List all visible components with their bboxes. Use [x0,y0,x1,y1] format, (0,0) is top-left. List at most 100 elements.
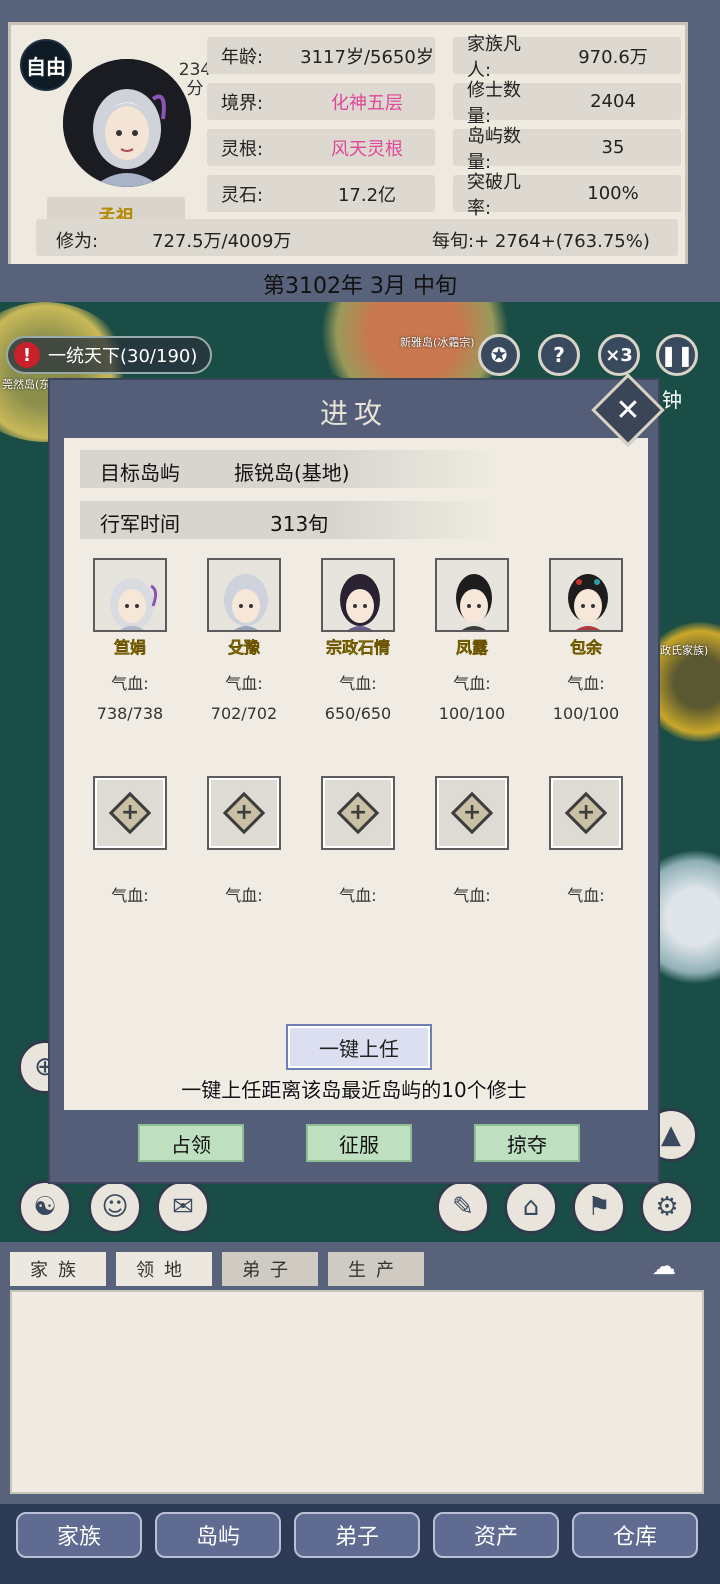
speed-button[interactable]: ×3 [598,334,640,376]
stat-label: 岛屿数量: [467,125,521,173]
hero-card[interactable]: 殳豫 气血: 702/702 [194,558,294,723]
settings-button[interactable]: ⚙ [640,1180,694,1234]
march-time-label: 行军时间 [100,512,180,536]
empty-hero-slot[interactable]: + [321,776,395,850]
bottom-nav: 家族 岛屿 弟子 资产 仓库 [0,1504,720,1584]
stat-breakthrough: 突破几率: 100% [453,172,681,219]
speed-label: ×3 [605,344,633,366]
stat-label: 年龄: [221,46,264,68]
meditation-icon: ☯ [33,1192,57,1222]
status-panel: 自由 234 分 孟祖 年龄: 3117岁/5650岁 家族凡人: 970.6万… [0,0,720,304]
hero-name: 宗政石情 [325,638,390,657]
add-icon: + [564,791,608,835]
hero-hp-label: 气血: [453,674,491,693]
nav-warehouse[interactable]: 仓库 [572,1512,698,1558]
flag-button[interactable]: ⚑ [572,1180,626,1234]
tab-production[interactable]: 生产 [328,1252,424,1286]
stat-value: 35 [601,137,625,158]
talisman-icon: ✎ [452,1192,474,1222]
target-island-label: 目标岛屿 [100,461,180,485]
close-icon: ✕ [615,392,641,428]
stat-value: 100% [587,183,639,204]
hero-portrait [321,558,395,632]
cultivation-value: 727.5万/4009万 [152,231,292,252]
empty-slot-hp-label: 气血: [111,886,149,905]
empty-hero-slot[interactable]: + [549,776,623,850]
hero-card[interactable]: 凤露 气血: 100/100 [422,558,522,723]
free-status-badge[interactable]: 自由 [20,39,72,91]
hero-hp-label: 气血: [225,674,263,693]
hero-hp-value: 650/650 [324,704,392,723]
conquer-button[interactable]: 征服 [306,1124,412,1162]
stat-value: 2404 [590,91,636,112]
pause-icon: ❚❚ [660,343,694,367]
tab-territory[interactable]: 领地 [116,1252,212,1286]
stat-value: 3117岁/5650岁 [300,46,434,68]
plunder-button[interactable]: 掠夺 [474,1124,580,1162]
hero-hp-value: 702/702 [210,704,278,723]
add-icon: + [222,791,266,835]
sect-emblem-icon: ✪ [490,343,508,367]
empty-hero-slot[interactable]: + [207,776,281,850]
auto-assign-button[interactable]: 一键上任 [286,1024,432,1070]
hero-hp-value: 100/100 [552,704,620,723]
hero-card[interactable]: 笪娟 气血: 738/738 [80,558,180,723]
nav-disciples[interactable]: 弟子 [294,1512,420,1558]
hero-card[interactable]: 包余 气血: 100/100 [536,558,636,723]
empty-slot-hp-label: 气血: [339,886,377,905]
quest-progress: 一统天下(30/190) [48,346,198,367]
stat-label: 境界: [221,92,264,114]
log-content[interactable] [10,1290,704,1494]
occupy-button[interactable]: 占领 [138,1124,244,1162]
scroll-button[interactable]: ✉ [156,1180,210,1234]
cloud-icon[interactable]: ☁ [652,1252,676,1280]
pause-button[interactable]: ❚❚ [656,334,698,376]
add-icon: + [450,791,494,835]
hero-hp-value: 100/100 [438,704,506,723]
stat-label: 灵根: [221,138,264,160]
tab-disciples[interactable]: 弟子 [222,1252,318,1286]
hero-hp-label: 气血: [567,674,605,693]
empty-hero-slot[interactable]: + [435,776,509,850]
stat-spirit-root: 灵根: 风天灵根 [207,129,435,166]
stat-spirit-stones: 灵石: 17.2亿 [207,175,435,212]
stat-label: 灵石: [221,184,264,206]
auto-assign-hint: 一键上任距离该岛最近岛屿的10个修士 [181,1078,527,1102]
talisman-button[interactable]: ✎ [436,1180,490,1234]
empty-slot-hp-label: 气血: [567,886,605,905]
cultivation-label: 修为: [56,231,99,252]
stat-value: 化神五层 [331,92,403,114]
hero-name: 包余 [569,638,602,657]
empty-slot-hp-label: 气血: [225,886,263,905]
add-icon: + [108,791,152,835]
mountain-icon: ▲ [661,1120,681,1150]
quest-unify-button[interactable]: ! 一统天下(30/190) [6,336,212,374]
stat-realm: 境界: 化神五层 [207,83,435,120]
hero-name: 凤露 [455,638,488,657]
stat-value: 风天灵根 [331,138,403,160]
attack-dialog: 进攻 目标岛屿 振锐岛(基地) 行军时间 313旬 笪娟 气血: 738/738… [48,378,660,1184]
date-bar: 第3102年 3月 中旬 [0,264,720,304]
island-label-right: 政氏家族) [660,644,709,657]
help-button[interactable]: ? [538,334,580,376]
stat-label: 家族凡人: [467,33,521,81]
pavilion-button[interactable]: ⌂ [504,1180,558,1234]
scroll-icon: ✉ [172,1192,194,1222]
empty-hero-slot[interactable]: + [93,776,167,850]
nav-assets[interactable]: 资产 [433,1512,559,1558]
flag-icon: ⚑ [587,1192,611,1222]
player-avatar[interactable] [63,59,191,187]
hero-hp-label: 气血: [339,674,377,693]
hero-card[interactable]: 宗政石情 气血: 650/650 [308,558,408,723]
march-time-value: 313旬 [270,512,329,536]
sect-emblem-button[interactable]: ✪ [478,334,520,376]
disciple-meditation-button[interactable]: ☯ [18,1180,72,1234]
nav-islands[interactable]: 岛屿 [155,1512,281,1558]
tab-family[interactable]: 家族 [10,1252,106,1286]
cultivation-row: 修为: 727.5万/4009万 每旬:+ 2764+(763.75%) [36,219,678,256]
log-tabs: 家族 领地 弟子 生产 [10,1252,424,1286]
elder-button[interactable]: ☺ [88,1180,142,1234]
target-island-value: 振锐岛(基地) [234,461,350,485]
nav-family[interactable]: 家族 [16,1512,142,1558]
add-icon: + [336,791,380,835]
